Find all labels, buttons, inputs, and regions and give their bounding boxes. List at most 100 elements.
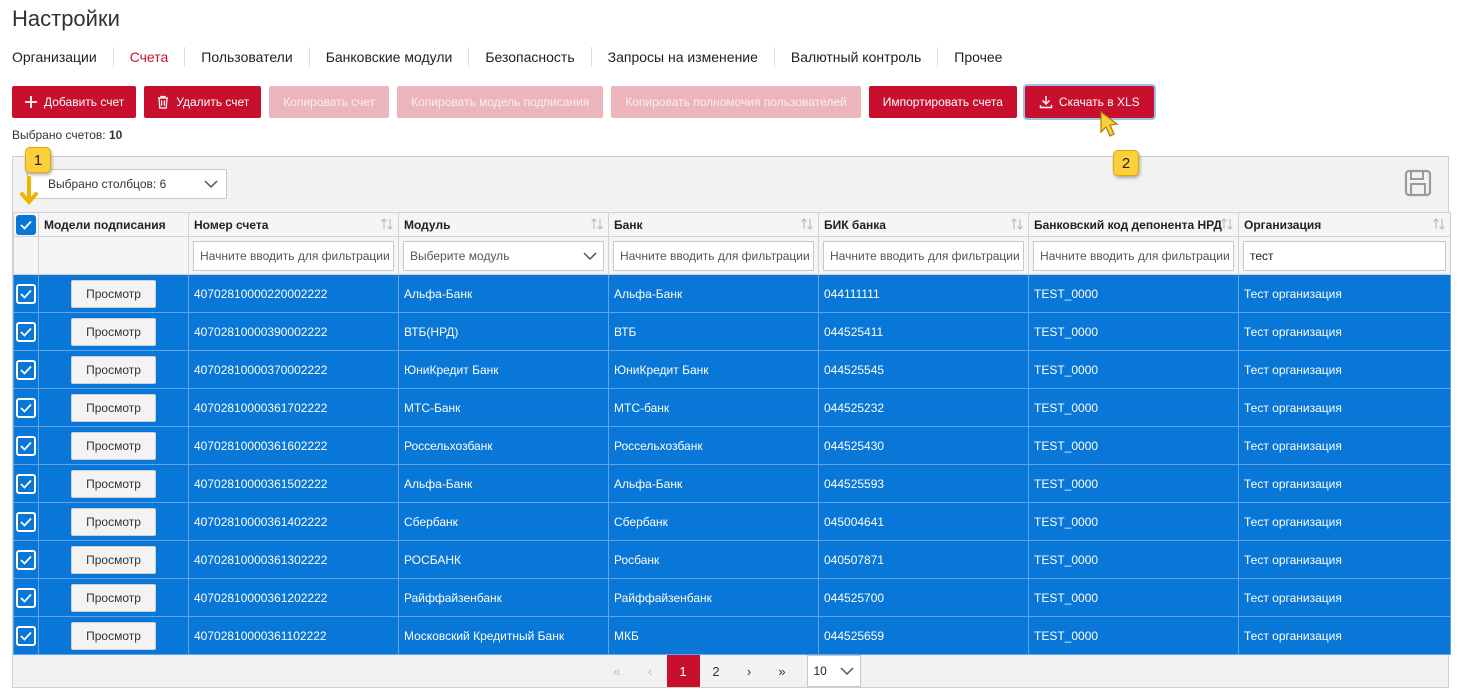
row-checkbox[interactable] [16, 587, 36, 608]
column-header-account-number[interactable]: Номер счета [188, 212, 399, 237]
column-header-organization[interactable]: Организация [1238, 212, 1451, 237]
add-account-button[interactable]: Добавить счет [12, 86, 137, 118]
arrow-pointer-icon [20, 176, 38, 206]
bik-cell: 044525545 [818, 350, 1029, 389]
pagination: « ‹ 1 2 › » 10 [13, 655, 1448, 687]
view-button[interactable]: Просмотр [71, 279, 156, 308]
sort-icon[interactable] [1432, 217, 1446, 231]
table-row[interactable]: Просмотр 40702810000361702222 МТС-Банк МТС-… [13, 388, 1451, 427]
next-page-button[interactable]: › [733, 655, 766, 687]
column-header-bik[interactable]: БИК банка [818, 212, 1029, 237]
cursor-icon [1100, 110, 1119, 137]
bank-filter[interactable]: Начните вводить для фильтрации [613, 240, 814, 271]
delete-account-button[interactable]: Удалить счет [144, 86, 262, 118]
table-row[interactable]: Просмотр 40702810000361402222 Сбербанк Сбер… [13, 502, 1451, 541]
row-checkbox[interactable] [16, 283, 36, 304]
columns-selector[interactable]: Выбрано столбцов: 6 [27, 169, 227, 199]
organization-cell: Тест организация [1238, 502, 1451, 541]
view-button[interactable]: Просмотр [71, 431, 156, 460]
row-checkbox[interactable] [16, 511, 36, 532]
row-checkbox[interactable] [16, 625, 36, 646]
signing-model-cell: Просмотр [38, 616, 189, 655]
first-page-button[interactable]: « [601, 655, 634, 687]
column-title: Организация [1244, 217, 1322, 232]
depositary-code-cell: TEST_0000 [1028, 502, 1239, 541]
select-all-checkbox[interactable] [16, 214, 36, 235]
table-row[interactable]: Просмотр 40702810000361102222 Московский К… [13, 616, 1451, 655]
module-filter[interactable]: Выберите модуль [403, 240, 604, 271]
sort-icon[interactable] [380, 217, 394, 231]
last-page-button[interactable]: » [766, 655, 799, 687]
bik-cell: 040507871 [818, 540, 1029, 579]
tab-item[interactable]: Счета [112, 47, 185, 67]
bik-filter[interactable]: Начните вводить для фильтрации [823, 240, 1024, 271]
row-checkbox-cell [13, 312, 39, 351]
organization-cell: Тест организация [1238, 426, 1451, 465]
row-checkbox[interactable] [16, 549, 36, 570]
account-number-filter[interactable]: Начните вводить для фильтрации [193, 240, 394, 271]
sort-icon[interactable] [800, 217, 814, 231]
column-header-module[interactable]: Модуль [398, 212, 609, 237]
bank-cell: Россельхозбанк [608, 426, 819, 465]
row-checkbox-cell [13, 350, 39, 389]
table-row[interactable]: Просмотр 40702810000361202222 Райффайзенба… [13, 578, 1451, 617]
tab-item[interactable]: Прочее [937, 47, 1018, 67]
tab-item[interactable]: Запросы на изменение [590, 47, 774, 67]
organization-cell: Тест организация [1238, 274, 1451, 313]
view-button[interactable]: Просмотр [71, 355, 156, 384]
sort-icon[interactable] [1010, 217, 1024, 231]
table-row[interactable]: Просмотр 40702810000220002222 Альфа-Банк Ал… [13, 274, 1451, 313]
row-checkbox[interactable] [16, 321, 36, 342]
view-button[interactable]: Просмотр [71, 469, 156, 498]
account-number-cell: 40702810000361702222 [188, 388, 399, 427]
depositary-code-cell: TEST_0000 [1028, 426, 1239, 465]
view-button[interactable]: Просмотр [71, 545, 156, 574]
page-1-button[interactable]: 1 [666, 655, 700, 687]
view-button[interactable]: Просмотр [71, 621, 156, 650]
depositary-code-filter[interactable]: Начните вводить для фильтрации [1033, 240, 1234, 271]
row-checkbox[interactable] [16, 397, 36, 418]
organization-filter[interactable]: тест [1243, 240, 1446, 271]
row-checkbox[interactable] [16, 473, 36, 494]
column-header-depositary-code[interactable]: Банковский код депонента НРД [1028, 212, 1239, 237]
copy-user-permissions-button[interactable]: Копировать полномочия пользователей [611, 86, 861, 118]
download-xls-button[interactable]: Скачать в XLS [1022, 84, 1156, 120]
tab-item[interactable]: Банковские модули [308, 47, 469, 67]
prev-page-button[interactable]: ‹ [634, 655, 667, 687]
column-title: Банк [614, 217, 643, 232]
save-icon[interactable] [1402, 167, 1434, 199]
tab-item[interactable]: Валютный контроль [773, 47, 937, 67]
row-checkbox[interactable] [16, 435, 36, 456]
view-button[interactable]: Просмотр [71, 507, 156, 536]
depositary-code-cell: TEST_0000 [1028, 312, 1239, 351]
account-number-cell: 40702810000361302222 [188, 540, 399, 579]
table-row[interactable]: Просмотр 40702810000361602222 Россельхозба… [13, 426, 1451, 465]
tab-item[interactable]: Безопасность [468, 47, 590, 67]
copy-account-button[interactable]: Копировать счет [269, 86, 390, 118]
sort-icon[interactable] [1220, 217, 1234, 231]
columns-selector-label: Выбрано столбцов: 6 [48, 177, 167, 191]
tab-item[interactable]: Пользователи [184, 47, 308, 67]
column-header-signing-models[interactable]: Модели подписания [38, 212, 189, 237]
page-size-select[interactable]: 10 [806, 655, 861, 687]
view-button[interactable]: Просмотр [71, 583, 156, 612]
module-cell: Россельхозбанк [398, 426, 609, 465]
table-row[interactable]: Просмотр 40702810000390002222 ВТБ(НРД) ВТБ 0… [13, 312, 1451, 351]
view-button[interactable]: Просмотр [71, 317, 156, 346]
view-button[interactable]: Просмотр [71, 393, 156, 422]
sort-icon[interactable] [590, 217, 604, 231]
depositary-code-cell: TEST_0000 [1028, 540, 1239, 579]
import-accounts-button[interactable]: Импортировать счета [868, 86, 1017, 118]
table-row[interactable]: Просмотр 40702810000361502222 Альфа-Банк Ал… [13, 464, 1451, 503]
copy-signing-model-button[interactable]: Копировать модель подписания [397, 86, 604, 118]
column-header-bank[interactable]: Банк [608, 212, 819, 237]
module-filter-placeholder: Выберите модуль [410, 248, 510, 263]
depositary-code-cell: TEST_0000 [1028, 350, 1239, 389]
bank-cell: Райффайзенбанк [608, 578, 819, 617]
table-row[interactable]: Просмотр 40702810000361302222 РОСБАНК Росба… [13, 540, 1451, 579]
row-checkbox[interactable] [16, 359, 36, 380]
organization-cell: Тест организация [1238, 616, 1451, 655]
table-row[interactable]: Просмотр 40702810000370002222 ЮниКредит Ба… [13, 350, 1451, 389]
page-2-button[interactable]: 2 [700, 655, 733, 687]
tab-item[interactable]: Организации [12, 47, 113, 67]
